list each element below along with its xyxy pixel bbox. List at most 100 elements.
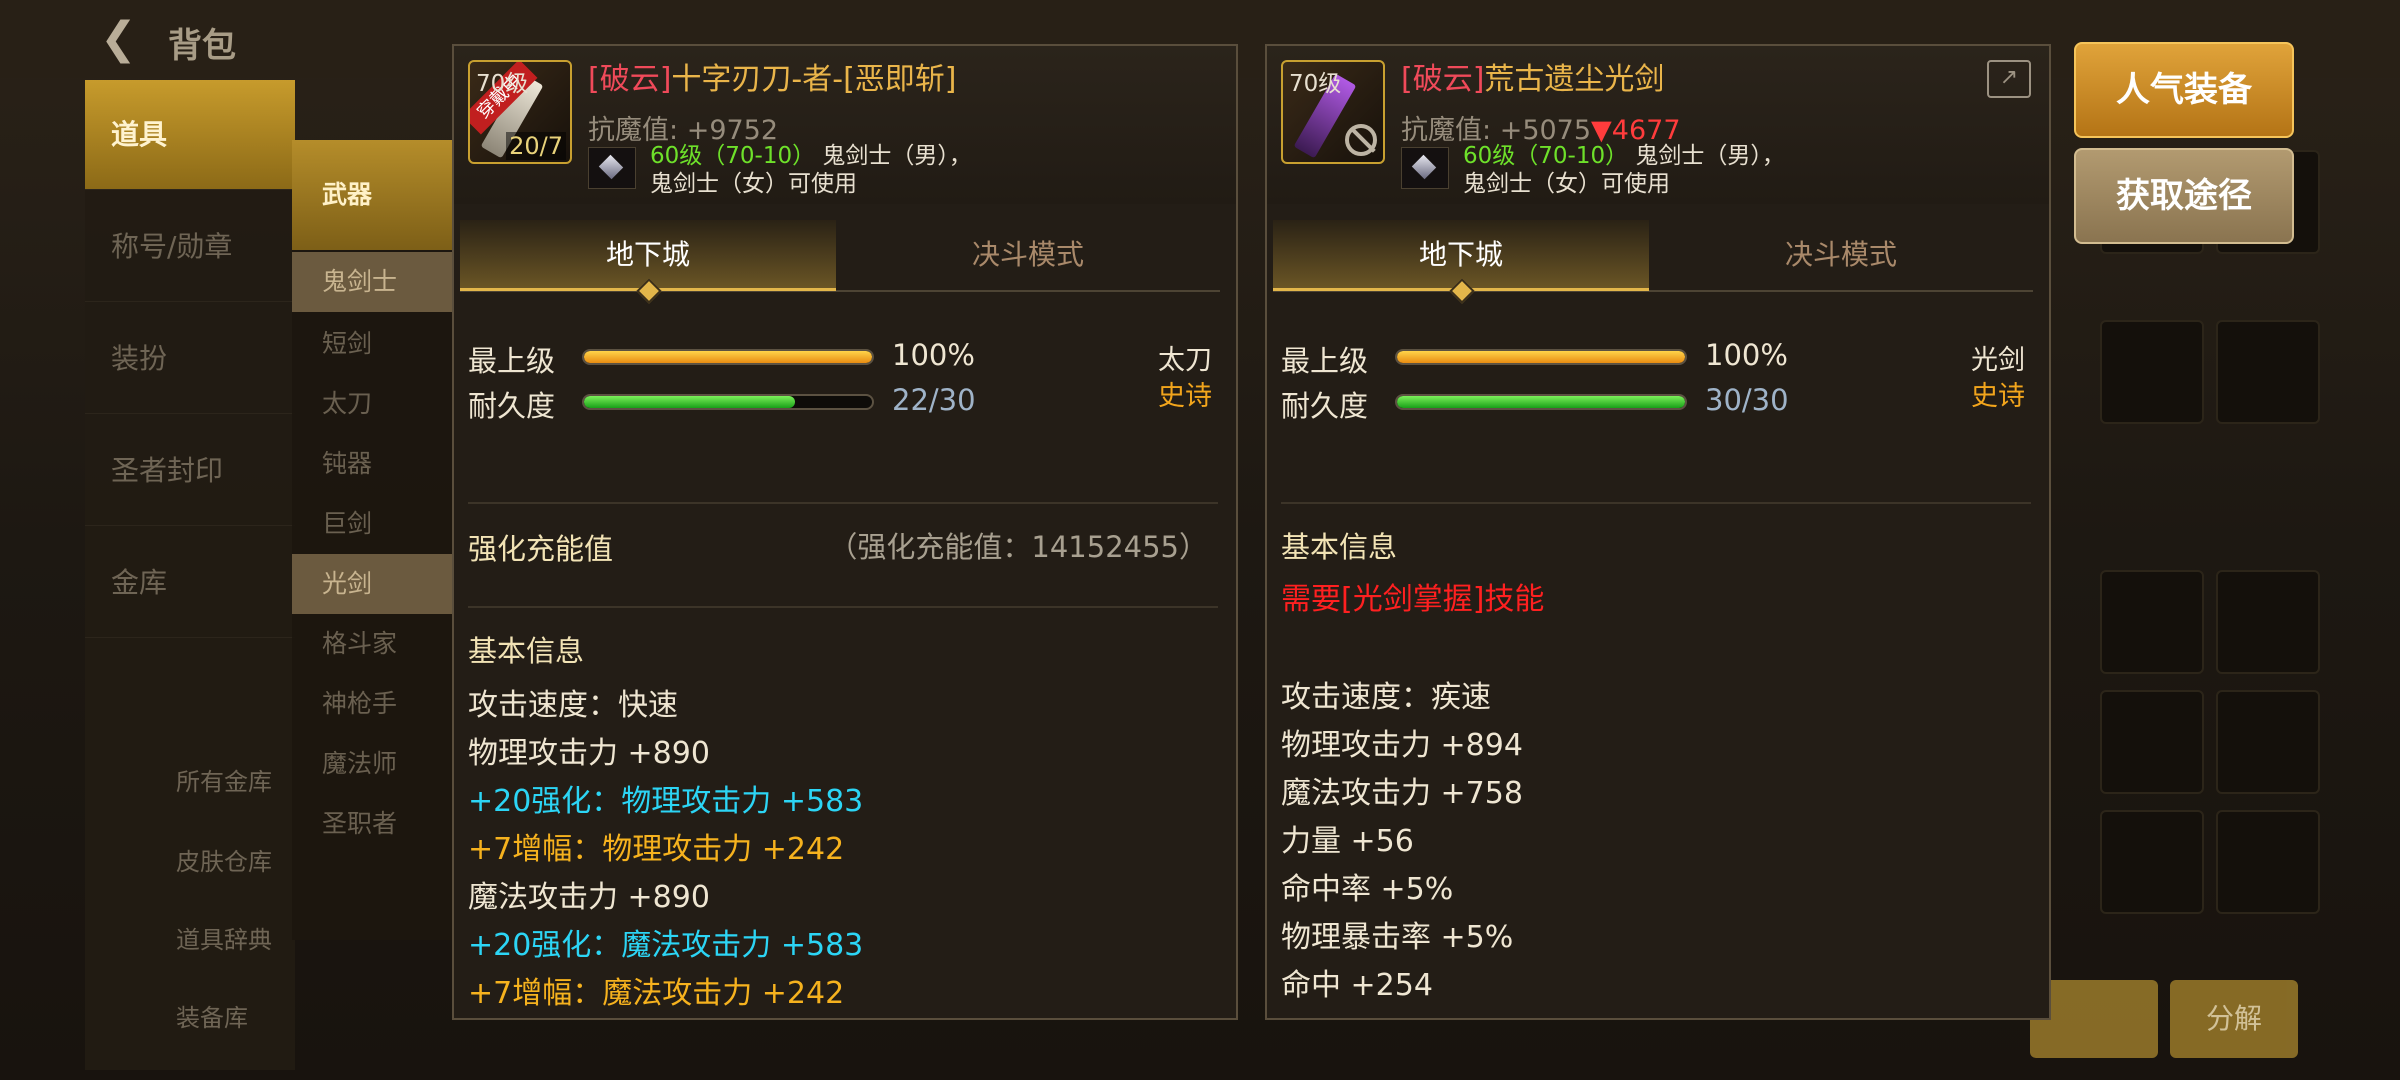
class-requirement: 60级（70-10） 鬼剑士（男）， 鬼剑士（女）可使用 (650, 142, 972, 198)
inventory-slot[interactable] (2100, 810, 2204, 914)
item-name-prefix: [破云] (588, 62, 672, 97)
required-class-1: 鬼剑士（男）， (1635, 143, 1785, 169)
durability-bar-fill (1397, 396, 1685, 408)
inventory-slot[interactable] (2216, 810, 2320, 914)
stat-line: +7增幅：物理攻击力 +242 (468, 832, 845, 867)
required-level: 60级（70-10） (650, 143, 816, 169)
item-header: 70级 [破云]荒古遗尘光剑 抗魔值: +5075▼4677 60级（70-10… (1267, 46, 2049, 204)
inventory-grid (2100, 150, 2330, 970)
item-name: [破云]十字刃刀-者-[恶即斩] (588, 54, 956, 98)
item-level-badge: 70级 (1289, 71, 1342, 97)
subcategory-item[interactable]: 格斗家 (292, 614, 452, 674)
stat-line: 魔法攻击力 +890 (468, 880, 710, 915)
subcategory-item[interactable]: 神枪手 (292, 674, 452, 734)
subcategory-item[interactable]: 鬼剑士 (292, 252, 452, 312)
durability-value: 22/30 (892, 383, 976, 417)
category-item[interactable]: 道具 (85, 80, 295, 190)
tab-pvp[interactable]: 决斗模式 (1653, 220, 2029, 288)
grade-percent: 100% (1705, 338, 1788, 372)
item-name-text: 十字刃刀-者-[恶即斩] (671, 62, 957, 97)
item-header: 穿戴中 70级 20/7 [破云]十字刃刀-者-[恶即斩] 抗魔值: +9752… (454, 46, 1236, 204)
required-level: 60级（70-10） (1463, 143, 1629, 169)
inventory-slot[interactable] (2100, 690, 2204, 794)
subcategory-item[interactable]: 魔法师 (292, 734, 452, 794)
stat-line: 物理攻击力 +894 (1281, 728, 1523, 763)
enhance-title: 强化充能值 (468, 532, 614, 566)
subcategory-sidebar: 武器 鬼剑士 短剑 太刀 钝器 巨剑 光剑 格斗家 神枪手 魔法师 圣职者 (292, 140, 452, 940)
diamond-icon (1401, 147, 1449, 189)
item-name-text: 荒古遗尘光剑 (1484, 62, 1665, 97)
required-class-2: 鬼剑士（女）可使用 (650, 171, 857, 197)
weapon-type: 太刀 (1158, 345, 1212, 376)
tab-dungeon[interactable]: 地下城 (1273, 220, 1649, 291)
durability-bar (1395, 394, 1687, 410)
required-class-1: 鬼剑士（男）， (822, 143, 972, 169)
inventory-slot[interactable] (2216, 690, 2320, 794)
category-item[interactable]: 装扮 (85, 304, 295, 414)
subcategory-item[interactable]: 钝器 (292, 434, 452, 494)
stat-line: 力量 +56 (1281, 824, 1414, 859)
durability-bar-fill (584, 396, 796, 408)
durability-value: 30/30 (1705, 383, 1789, 417)
stat-line: 物理攻击力 +890 (468, 736, 710, 771)
inventory-slot[interactable] (2216, 320, 2320, 424)
item-tooltip-equipped: 穿戴中 70级 20/7 [破云]十字刃刀-者-[恶即斩] 抗魔值: +9752… (452, 44, 1238, 1020)
durability-bar (582, 394, 874, 410)
stat-line: 攻击速度：疾速 (1281, 680, 1491, 715)
mode-tabs: 地下城 决斗模式 (1273, 220, 2033, 292)
item-name-prefix: [破云] (1401, 62, 1485, 97)
popular-equipment-button[interactable]: 人气装备 (2074, 42, 2294, 138)
forbidden-icon (1345, 124, 1377, 156)
rarity-label: 史诗 (1158, 381, 1212, 412)
link-all-vaults[interactable]: 所有金库 (176, 762, 272, 797)
grade-percent: 100% (892, 338, 975, 372)
basic-info-title: 基本信息 (1281, 530, 1398, 564)
grade-bar (582, 349, 874, 365)
inventory-slot[interactable] (2216, 570, 2320, 674)
grade-bar-fill (584, 351, 872, 363)
tab-dungeon[interactable]: 地下城 (460, 220, 836, 291)
page-title: 背包 (168, 26, 236, 66)
class-requirement: 60级（70-10） 鬼剑士（男）， 鬼剑士（女）可使用 (1463, 142, 1785, 198)
subcategory-item[interactable]: 武器 (292, 140, 452, 250)
durability-label: 耐久度 (1281, 389, 1369, 423)
stat-line: 命中 +254 (1281, 968, 1433, 1003)
grade-label: 最上级 (468, 344, 556, 378)
decompose-button[interactable]: 分解 (2170, 980, 2298, 1058)
grade-label: 最上级 (1281, 344, 1369, 378)
stat-line: +20强化：魔法攻击力 +583 (468, 928, 864, 963)
stat-line: 魔法攻击力 +758 (1281, 776, 1523, 811)
subcategory-item[interactable]: 短剑 (292, 314, 452, 374)
subcategory-item[interactable]: 圣职者 (292, 794, 452, 854)
subcategory-item[interactable]: 太刀 (292, 374, 452, 434)
item-tooltip-compare: 70级 [破云]荒古遗尘光剑 抗魔值: +5075▼4677 60级（70-10… (1265, 44, 2051, 1020)
tab-pvp[interactable]: 决斗模式 (840, 220, 1216, 288)
item-name: [破云]荒古遗尘光剑 (1401, 54, 1664, 98)
category-item[interactable]: 圣者封印 (85, 416, 295, 526)
enhance-value: （强化充能值：14152455） (828, 530, 1208, 564)
share-icon[interactable]: ↗ (1987, 60, 2031, 98)
obtain-route-button[interactable]: 获取途径 (2074, 148, 2294, 244)
inventory-slot[interactable] (2100, 320, 2204, 424)
inventory-slot[interactable] (2100, 570, 2204, 674)
required-class-2: 鬼剑士（女）可使用 (1463, 171, 1670, 197)
link-skin-storage[interactable]: 皮肤仓库 (176, 842, 272, 877)
link-item-dictionary[interactable]: 道具辞典 (176, 920, 272, 955)
item-level-badge: 70级 (476, 71, 529, 97)
category-item[interactable]: 金库 (85, 528, 295, 638)
rarity-label: 史诗 (1971, 381, 2025, 412)
category-item[interactable]: 称号/勋章 (85, 192, 295, 302)
subcategory-item[interactable]: 光剑 (292, 554, 452, 614)
back-arrow-icon[interactable]: ❮ (100, 14, 150, 64)
subcategory-item[interactable]: 巨剑 (292, 494, 452, 554)
mode-tabs: 地下城 决斗模式 (460, 220, 1220, 292)
diamond-icon (588, 147, 636, 189)
weapon-type: 光剑 (1971, 345, 2025, 376)
divider (468, 606, 1218, 608)
divider (1281, 502, 2031, 504)
skill-requirement: 需要[光剑掌握]技能 (1281, 582, 1545, 617)
link-equipment-storage[interactable]: 装备库 (176, 998, 248, 1033)
stat-line: 命中率 +5% (1281, 872, 1454, 907)
basic-info-title: 基本信息 (468, 634, 585, 668)
stat-line: +20强化：物理攻击力 +583 (468, 784, 864, 819)
